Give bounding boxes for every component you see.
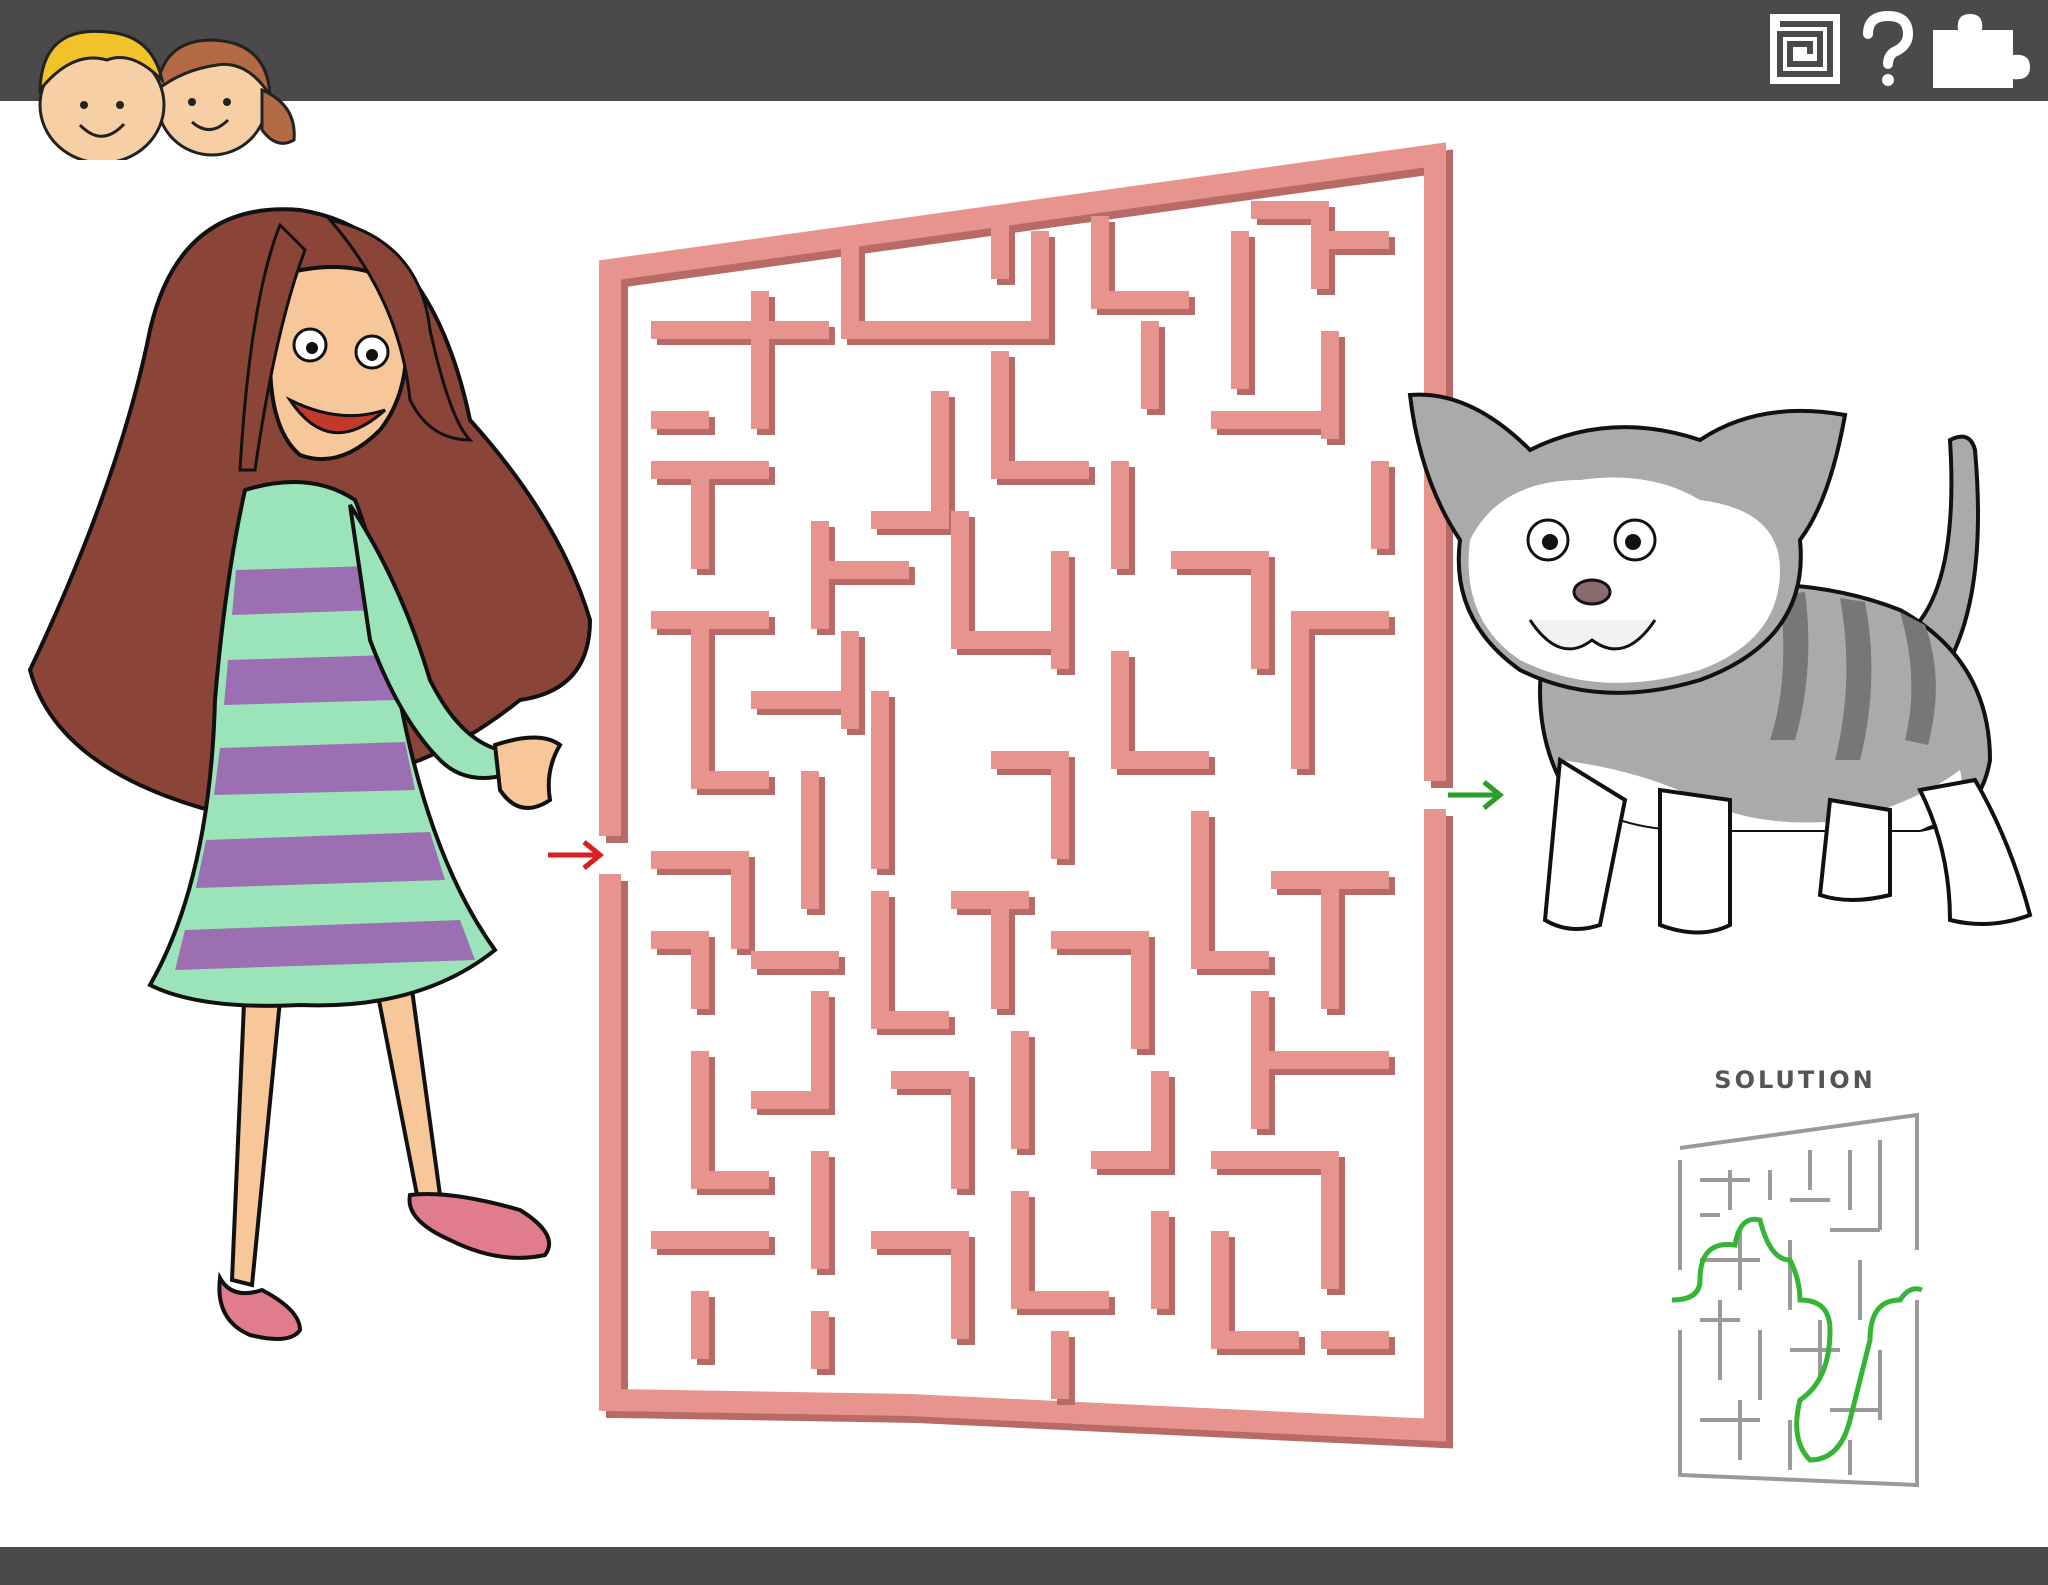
start-arrow xyxy=(548,840,604,870)
girl-character xyxy=(27,207,593,1341)
bottom-bar xyxy=(0,1547,2048,1585)
end-arrow xyxy=(1448,780,1504,810)
solution-label: SOLUTION xyxy=(1714,1066,1876,1094)
solution-thumbnail xyxy=(1671,1112,1923,1488)
maze xyxy=(599,142,1453,1449)
kitten-character xyxy=(1407,392,2033,935)
maze-scene xyxy=(27,142,2033,1488)
